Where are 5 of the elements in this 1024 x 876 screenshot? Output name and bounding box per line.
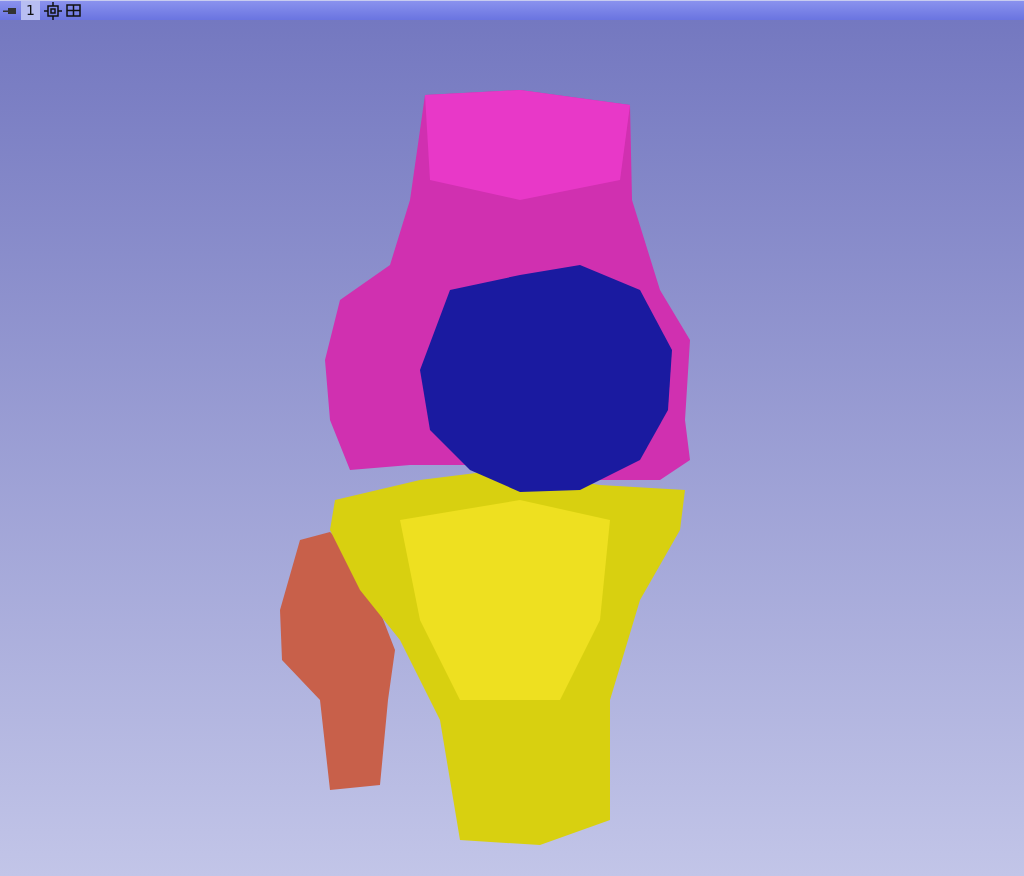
3d-viewport[interactable] (0, 20, 1024, 876)
layout-grid-icon[interactable] (65, 4, 81, 17)
center-view-icon[interactable] (43, 1, 62, 20)
pin-icon[interactable] (3, 6, 17, 15)
view-label: 1 (21, 1, 40, 20)
